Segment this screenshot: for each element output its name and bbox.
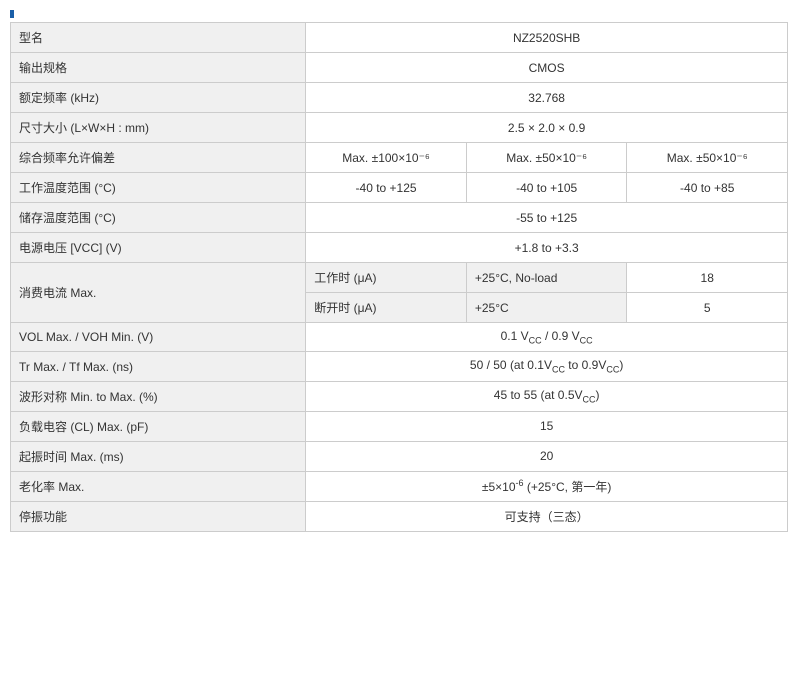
table-row: 波形对称 Min. to Max. (%) 45 to 55 (at 0.5VC…: [11, 381, 788, 411]
table-row: 额定频率 (kHz) 32.768: [11, 83, 788, 113]
row-label: 型名: [11, 23, 306, 53]
table-row: 输出规格 CMOS: [11, 53, 788, 83]
row-label-cond2: +25°C: [466, 293, 627, 323]
row-label: 综合频率允许偏差: [11, 143, 306, 173]
table-row: 型名 NZ2520SHB: [11, 23, 788, 53]
row-value-3: -40 to +85: [627, 173, 788, 203]
specs-container: 型名 NZ2520SHB 输出规格 CMOS 额定频率 (kHz) 32.768…: [0, 0, 798, 542]
row-label-cond1: +25°C, No-load: [466, 263, 627, 293]
table-row: VOL Max. / VOH Min. (V) 0.1 VCC / 0.9 VC…: [11, 323, 788, 352]
row-label-sub1: 工作时 (μA): [306, 263, 467, 293]
row-value: NZ2520SHB: [306, 23, 788, 53]
row-value-1: -40 to +125: [306, 173, 467, 203]
table-row: Tr Max. / Tf Max. (ns) 50 / 50 (at 0.1VC…: [11, 352, 788, 381]
row-value: ±5×10-6 (+25°C, 第一年): [306, 471, 788, 501]
row-value: CMOS: [306, 53, 788, 83]
row-label: 波形对称 Min. to Max. (%): [11, 381, 306, 411]
row-value-1: 18: [627, 263, 788, 293]
row-value: -55 to +125: [306, 203, 788, 233]
row-value: 45 to 55 (at 0.5VCC): [306, 381, 788, 411]
row-value: 可支持（三态）: [306, 501, 788, 531]
table-row: 尺寸大小 (L×W×H : mm) 2.5 × 2.0 × 0.9: [11, 113, 788, 143]
table-row: 消费电流 Max. 工作时 (μA) +25°C, No-load 18: [11, 263, 788, 293]
row-value: +1.8 to +3.3: [306, 233, 788, 263]
row-label: 输出规格: [11, 53, 306, 83]
row-value: 20: [306, 441, 788, 471]
row-label: 负载电容 (CL) Max. (pF): [11, 411, 306, 441]
table-row: 老化率 Max. ±5×10-6 (+25°C, 第一年): [11, 471, 788, 501]
row-label: 停振功能: [11, 501, 306, 531]
row-value: 50 / 50 (at 0.1VCC to 0.9VCC): [306, 352, 788, 381]
table-row: 停振功能 可支持（三态）: [11, 501, 788, 531]
table-row: 负载电容 (CL) Max. (pF) 15: [11, 411, 788, 441]
row-value-2: Max. ±50×10⁻⁶: [466, 143, 627, 173]
row-value: 0.1 VCC / 0.9 VCC: [306, 323, 788, 352]
row-label: 额定频率 (kHz): [11, 83, 306, 113]
row-value: 32.768: [306, 83, 788, 113]
table-row: 储存温度范围 (°C) -55 to +125: [11, 203, 788, 233]
specs-table: 型名 NZ2520SHB 输出规格 CMOS 额定频率 (kHz) 32.768…: [10, 22, 788, 532]
row-label: 尺寸大小 (L×W×H : mm): [11, 113, 306, 143]
row-label: 电源电压 [VCC] (V): [11, 233, 306, 263]
row-value-1: Max. ±100×10⁻⁶: [306, 143, 467, 173]
row-value: 2.5 × 2.0 × 0.9: [306, 113, 788, 143]
row-label: 储存温度范围 (°C): [11, 203, 306, 233]
row-label-main: 消费电流 Max.: [11, 263, 306, 323]
row-label: Tr Max. / Tf Max. (ns): [11, 352, 306, 381]
row-label: 工作温度范围 (°C): [11, 173, 306, 203]
row-label-sub2: 断开时 (μA): [306, 293, 467, 323]
row-label: VOL Max. / VOH Min. (V): [11, 323, 306, 352]
table-row: 电源电压 [VCC] (V) +1.8 to +3.3: [11, 233, 788, 263]
row-value-2: -40 to +105: [466, 173, 627, 203]
table-row: 起振时间 Max. (ms) 20: [11, 441, 788, 471]
section-title: [10, 10, 788, 18]
row-value: 15: [306, 411, 788, 441]
table-row: 工作温度范围 (°C) -40 to +125 -40 to +105 -40 …: [11, 173, 788, 203]
row-value-2: 5: [627, 293, 788, 323]
row-value-3: Max. ±50×10⁻⁶: [627, 143, 788, 173]
row-label: 老化率 Max.: [11, 471, 306, 501]
row-label: 起振时间 Max. (ms): [11, 441, 306, 471]
table-row: 综合频率允许偏差 Max. ±100×10⁻⁶ Max. ±50×10⁻⁶ Ma…: [11, 143, 788, 173]
